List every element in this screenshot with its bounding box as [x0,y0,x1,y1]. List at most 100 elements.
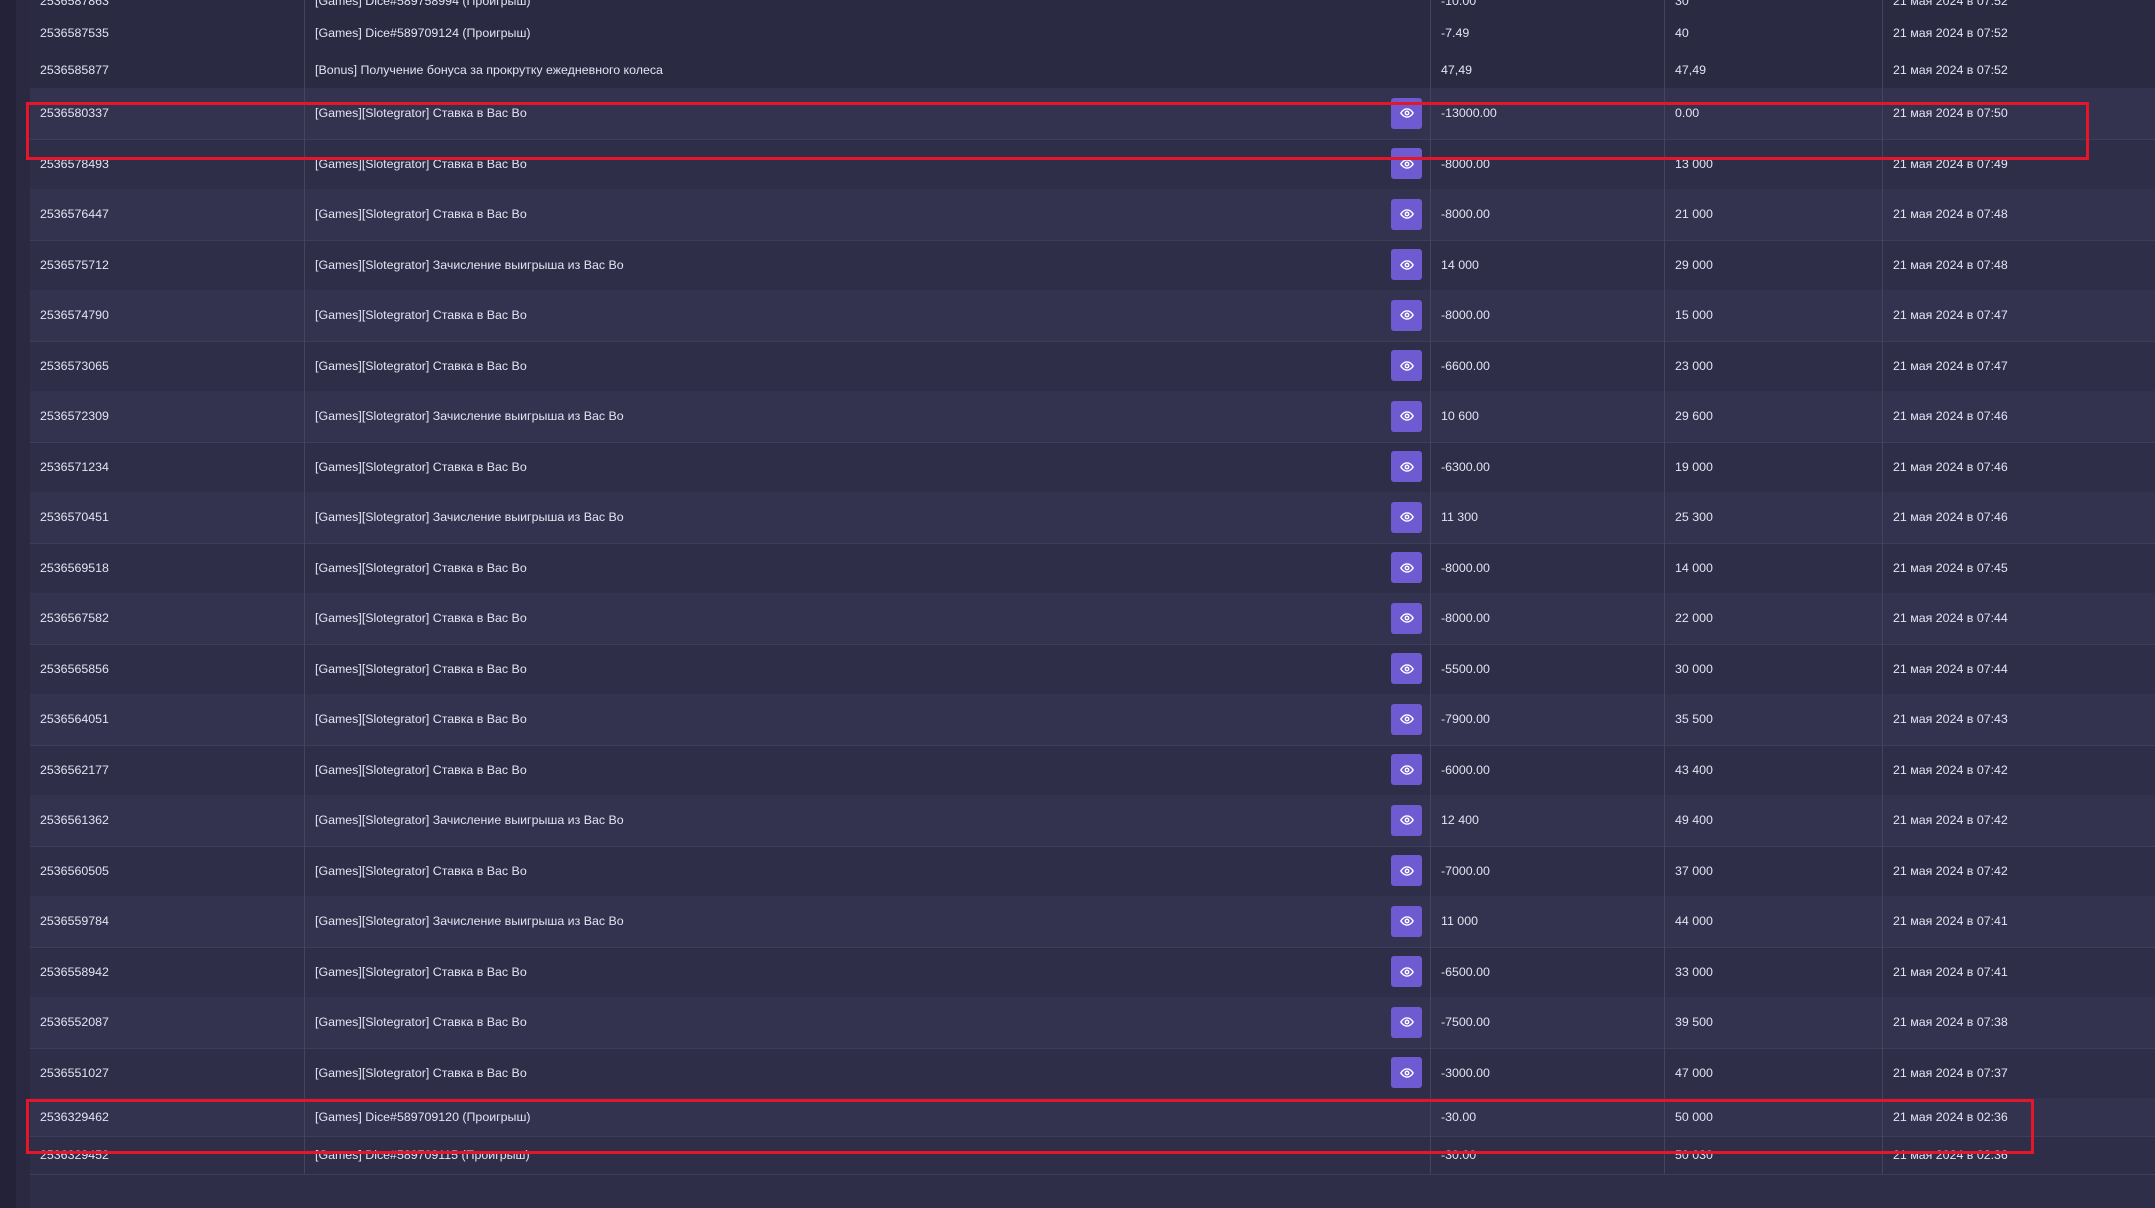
table-row: 2536562177 [Games][Slotegrator] Ставка в … [30,744,2155,796]
transaction-date: 21 мая 2024 в 07:41 [1893,914,2008,929]
transaction-description: [Games][Slotegrator] Ставка в Bac Bo [305,88,1431,139]
transaction-id: 2536576447 [30,189,305,240]
eye-icon [1399,562,1414,573]
transaction-date: 21 мая 2024 в 07:50 [1893,106,2008,121]
balance-after: 13 000 [1665,138,1883,189]
transaction-description: [Games][Slotegrator] Ставка в Bac Bo [305,441,1431,492]
transaction-description: [Bonus] Получение бонуса за прокрутку еж… [305,51,1431,88]
view-details-button[interactable] [1391,754,1422,786]
view-details-button[interactable] [1391,653,1422,685]
balance-after: 50 030 [1665,1136,1883,1174]
balance-after: 30 [1665,0,1883,14]
transaction-description: [Games][Slotegrator] Ставка в Bac Bo [305,1047,1431,1098]
view-details-button[interactable] [1391,855,1422,887]
eye-icon [1399,411,1414,422]
transaction-amount: -30.00 [1431,1136,1665,1174]
transaction-id: 2536329452 [30,1136,305,1174]
table-row: 2536570451 [Games][Slotegrator] Зачислени… [30,492,2155,544]
view-details-button[interactable] [1391,299,1422,331]
transaction-date: 21 мая 2024 в 07:44 [1893,661,2008,676]
balance-after: 15 000 [1665,290,1883,341]
table-row: 2536565856 [Games][Slotegrator] Ставка в … [30,643,2155,695]
transaction-amount: 12 400 [1431,795,1665,846]
eye-icon [1399,1017,1414,1028]
view-details-button[interactable] [1391,501,1422,533]
balance-after: 22 000 [1665,593,1883,644]
eye-icon [1399,108,1414,119]
view-details-button[interactable] [1391,602,1422,634]
transaction-description: [Games][Slotegrator] Ставка в Bac Bo [305,845,1431,896]
transaction-id: 2536574790 [30,290,305,341]
view-details-button[interactable] [1391,249,1422,281]
eye-icon [1399,663,1414,674]
transaction-id: 2536575712 [30,239,305,290]
eye-icon [1399,714,1414,725]
balance-after: 47,49 [1665,51,1883,88]
transaction-id: 2536559784 [30,896,305,947]
view-details-button[interactable] [1391,97,1422,129]
transaction-amount: -5500.00 [1431,643,1665,694]
table-row: 2536561362 [Games][Slotegrator] Зачислени… [30,795,2155,847]
transaction-id: 2536558942 [30,946,305,997]
transaction-date: 21 мая 2024 в 07:44 [1893,611,2008,626]
table-row: 2536587535 [Games] Dice#589709124 (Проигр… [30,14,2155,52]
view-details-button[interactable] [1391,198,1422,230]
eye-icon [1399,158,1414,169]
transaction-id: 2536585877 [30,51,305,88]
balance-after: 43 400 [1665,744,1883,795]
transaction-date: 21 мая 2024 в 07:48 [1893,207,2008,222]
view-details-button[interactable] [1391,400,1422,432]
view-details-button[interactable] [1391,148,1422,180]
eye-icon [1399,865,1414,876]
transaction-id: 2536561362 [30,795,305,846]
transaction-description: [Games][Slotegrator] Зачисление выигрыша… [305,239,1431,290]
eye-icon [1399,209,1414,220]
transaction-date: 21 мая 2024 в 07:47 [1893,308,2008,323]
transaction-description: [Games][Slotegrator] Ставка в Bac Bo [305,997,1431,1048]
transaction-description: [Games] Dice#589709120 (Проигрыш) [305,1098,1431,1136]
eye-icon [1399,461,1414,472]
transaction-amount: -6300.00 [1431,441,1665,492]
table-row: 2536564051 [Games][Slotegrator] Ставка в … [30,694,2155,746]
transaction-description: [Games][Slotegrator] Зачисление выигрыша… [305,391,1431,442]
table-row: 2536329462 [Games] Dice#589709120 (Проигр… [30,1098,2155,1137]
transaction-id: 2536571234 [30,441,305,492]
transaction-date: 21 мая 2024 в 07:52 [1893,0,2008,8]
transaction-amount: -30.00 [1431,1098,1665,1136]
transaction-description: [Games][Slotegrator] Ставка в Bac Bo [305,643,1431,694]
transaction-description: [Games][Slotegrator] Ставка в Bac Bo [305,542,1431,593]
transaction-date: 21 мая 2024 в 02:36 [1893,1148,2008,1162]
transaction-amount: -3000.00 [1431,1047,1665,1098]
transaction-amount: 10 600 [1431,391,1665,442]
transaction-date: 21 мая 2024 в 07:38 [1893,1015,2008,1030]
transaction-id: 2536587863 [30,0,305,14]
view-details-button[interactable] [1391,956,1422,988]
transaction-amount: -8000.00 [1431,189,1665,240]
table-row: 2536552087 [Games][Slotegrator] Ставка в … [30,997,2155,1049]
view-details-button[interactable] [1391,703,1422,735]
view-details-button[interactable] [1391,451,1422,483]
transaction-amount: -8000.00 [1431,138,1665,189]
view-details-button[interactable] [1391,804,1422,836]
transaction-id: 2536565856 [30,643,305,694]
balance-after: 40 [1665,14,1883,51]
transaction-date: 21 мая 2024 в 07:52 [1893,62,2008,77]
view-details-button[interactable] [1391,905,1422,937]
view-details-button[interactable] [1391,1057,1422,1089]
left-panel-edge [0,0,16,1208]
eye-icon [1399,916,1414,927]
transaction-description: [Games][Slotegrator] Ставка в Bac Bo [305,290,1431,341]
table-row: 2536558942 [Games][Slotegrator] Ставка в … [30,946,2155,998]
transaction-date: 21 мая 2024 в 07:48 [1893,257,2008,272]
transaction-amount: -6000.00 [1431,744,1665,795]
view-details-button[interactable] [1391,1006,1422,1038]
table-row: 2536572309 [Games][Slotegrator] Зачислени… [30,391,2155,443]
view-details-button[interactable] [1391,350,1422,382]
transaction-date: 21 мая 2024 в 07:42 [1893,863,2008,878]
transaction-description: [Games][Slotegrator] Ставка в Bac Bo [305,189,1431,240]
transaction-date: 21 мая 2024 в 07:46 [1893,459,2008,474]
balance-after: 21 000 [1665,189,1883,240]
view-details-button[interactable] [1391,552,1422,584]
balance-after: 44 000 [1665,896,1883,947]
transaction-date: 21 мая 2024 в 07:43 [1893,712,2008,727]
